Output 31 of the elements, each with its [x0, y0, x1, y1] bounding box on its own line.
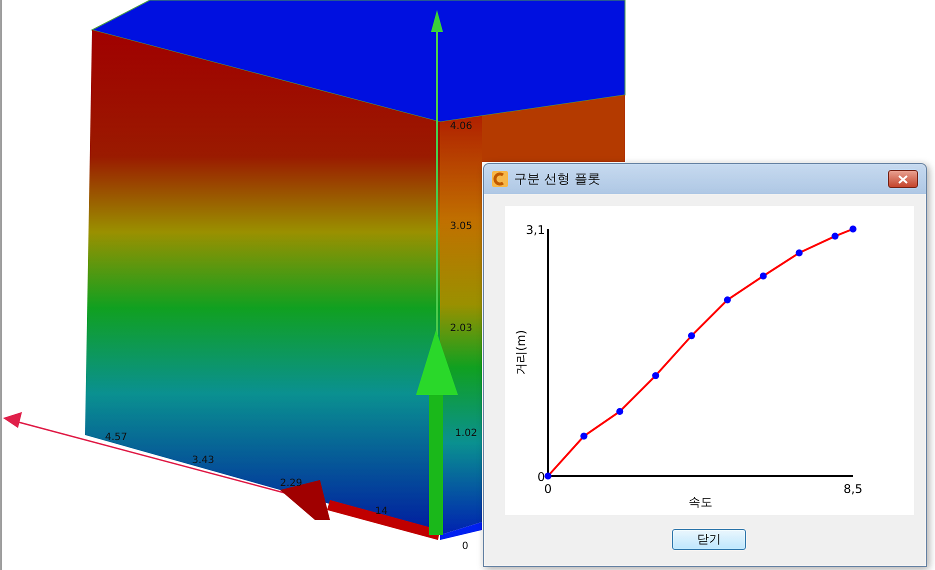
- data-point: [831, 232, 838, 240]
- data-point: [652, 372, 659, 380]
- close-icon: [898, 174, 908, 184]
- data-point: [544, 472, 551, 480]
- axis-tick-label: 1.02: [455, 428, 478, 439]
- data-point: [723, 296, 730, 304]
- axis-tick-label: 3.05: [450, 221, 472, 232]
- box-bottom-edge: [440, 522, 482, 540]
- close-dialog-button[interactable]: 닫기: [672, 529, 746, 550]
- data-point: [759, 272, 766, 280]
- dialog-title: 구분 선형 플롯: [514, 171, 602, 188]
- data-point: [795, 249, 802, 256]
- x-axis-title: 속도: [688, 495, 712, 509]
- y-axis-title: 거리(m): [514, 330, 528, 376]
- x-tick-label: 8,5: [842, 482, 862, 496]
- axis-tick-label: 0: [462, 541, 468, 552]
- axis-tick-label: 4.06: [450, 121, 472, 132]
- axis-tick-label: 2.29: [280, 478, 302, 489]
- close-button[interactable]: [888, 170, 918, 188]
- data-point: [688, 332, 695, 340]
- axis-tick-label: 3.43: [192, 455, 214, 466]
- data-point: [616, 408, 623, 415]
- y-tick-label: 3,1: [525, 223, 544, 237]
- data-point: [849, 226, 856, 232]
- axis-tick-label: 2.03: [450, 323, 472, 334]
- axis-tick-label: 14: [375, 506, 388, 517]
- app-logo-icon: [492, 171, 508, 187]
- y-tick-label: 0: [536, 470, 544, 484]
- x-tick-label: 0: [544, 482, 552, 496]
- data-point: [580, 432, 587, 440]
- axis-tick-label: 4.57: [105, 432, 128, 443]
